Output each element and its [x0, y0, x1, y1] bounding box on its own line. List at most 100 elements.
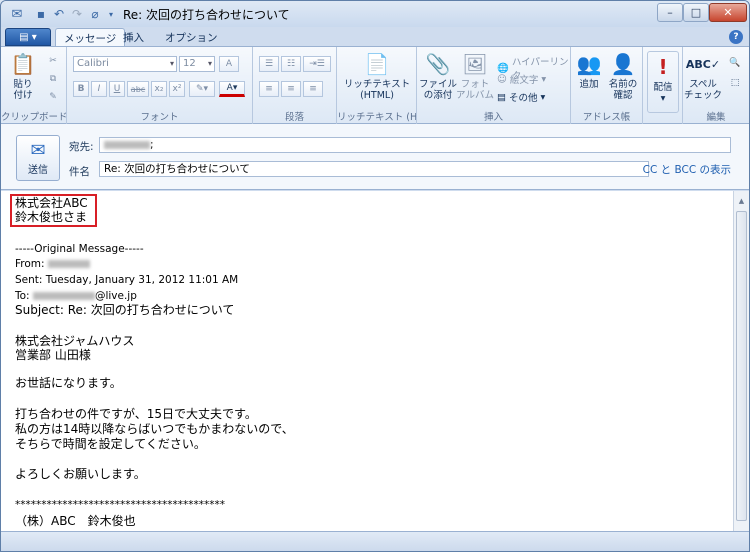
- redacted-address: [32, 292, 95, 300]
- align-center-icon[interactable]: ≡: [281, 81, 301, 97]
- numbered-list-icon[interactable]: ☷: [281, 56, 301, 72]
- priority-button[interactable]: ! 配信 ▾: [647, 51, 679, 113]
- close-button[interactable]: ✕: [709, 3, 747, 22]
- copy-icon[interactable]: ⧉: [45, 71, 61, 87]
- check-label: 名前の 確認: [608, 79, 638, 101]
- subject-line: Subject: Re: 次回の打ち合わせについて: [15, 303, 235, 317]
- font-size-value: 12: [183, 58, 196, 69]
- paste-button[interactable]: 📋 貼り付け: [9, 51, 37, 102]
- from-line: From:: [15, 257, 90, 272]
- app-menu-button[interactable]: ▤ ▾: [5, 28, 51, 46]
- other-label: その他: [508, 93, 538, 104]
- message-body[interactable]: 株式会社ABC 鈴木俊也さま -----Original Message----…: [1, 191, 733, 531]
- undo-icon[interactable]: ↶: [51, 6, 67, 22]
- underline-button[interactable]: U: [109, 81, 125, 97]
- smiley-icon: ☺: [497, 73, 507, 85]
- find-icon[interactable]: 🔍: [727, 55, 743, 71]
- person-check-icon: 👤: [610, 51, 636, 76]
- spell-check-icon: ABC✓: [685, 57, 721, 71]
- insert-other-button[interactable]: ▤ その他 ▾: [497, 90, 546, 105]
- spell-label: スペル チェック: [684, 79, 723, 101]
- sent-line: Sent: Tuesday, January 31, 2012 11:01 AM: [15, 274, 239, 286]
- font-size-combo[interactable]: 12 ▾: [179, 56, 215, 72]
- priority-label: 配信: [653, 82, 673, 93]
- qat-dropdown-icon[interactable]: ▾: [103, 6, 119, 22]
- save-icon[interactable]: ▪: [33, 6, 49, 22]
- message-header: ✉ 送信 宛先: ; 件名 Re: 次回の打ち合わせについて CC と BCC …: [1, 124, 749, 190]
- maximize-button[interactable]: □: [683, 3, 709, 22]
- tab-insert[interactable]: 挿入: [115, 28, 152, 47]
- chevron-down-icon: ▾: [169, 59, 174, 68]
- help-icon[interactable]: ?: [729, 30, 743, 44]
- bullet-list-icon[interactable]: ☰: [259, 56, 279, 72]
- ribbon: 📋 貼り付け ✂ ⧉ ✎ クリップボード Calibri ▾ 12 ▾ A B I …: [1, 46, 749, 125]
- paperclip-icon: 📎: [425, 51, 451, 76]
- subject-field[interactable]: Re: 次回の打ち合わせについて: [99, 161, 649, 177]
- minimize-button[interactable]: –: [657, 3, 683, 22]
- font-color-label: A: [226, 83, 233, 93]
- attach-file-button[interactable]: 📎 ファイル の添付: [419, 51, 458, 102]
- vertical-scrollbar[interactable]: ▲: [733, 191, 749, 531]
- clear-format-icon[interactable]: A: [219, 56, 239, 72]
- chevron-down-icon: ▾: [207, 59, 212, 68]
- richtext-label: リッチテキスト (HTML): [343, 79, 411, 101]
- strikethrough-button[interactable]: abc: [127, 81, 149, 97]
- align-left-icon[interactable]: ≡: [259, 81, 279, 97]
- group-addressbook: 👥 追加 👤 名前の 確認 アドレス帳: [571, 47, 643, 125]
- cut-icon[interactable]: ✂: [45, 53, 61, 69]
- subscript-button[interactable]: x₂: [151, 81, 167, 97]
- format-painter-icon[interactable]: ✎: [45, 89, 61, 105]
- font-name-combo[interactable]: Calibri ▾: [73, 56, 177, 72]
- indent-icon[interactable]: ⇥☰: [303, 56, 331, 72]
- send-button[interactable]: ✉ 送信: [16, 135, 60, 181]
- html-document-icon: 📄: [364, 51, 390, 76]
- check-names-button[interactable]: 👤 名前の 確認: [607, 51, 639, 102]
- group-edit: ABC✓ スペル チェック 🔍 ⬚ 編集: [683, 47, 749, 125]
- title-bar: ✉ ▪ ↶ ↷ ⌀ ▾ Re: 次回の打ち合わせについて – □ ✕: [1, 1, 749, 27]
- scroll-thumb[interactable]: [736, 211, 747, 521]
- attach-label: ファイル の添付: [419, 79, 458, 101]
- group-insert: 📎 ファイル の添付 🖼 フォト アルバム 🌐 ハイパーリンク ☺ 絵文字 ▾ ▤ その…: [417, 47, 571, 125]
- clipboard-icon: 📋: [10, 51, 36, 76]
- mail-compose-window: ✉ ▪ ↶ ↷ ⌀ ▾ Re: 次回の打ち合わせについて – □ ✕ ▤ ▾ メ…: [0, 0, 750, 552]
- group-clipboard: 📋 貼り付け ✂ ⧉ ✎ クリップボード: [1, 47, 67, 125]
- quote-line-3: そちらで時間を設定してください。: [15, 437, 206, 451]
- status-bar: [1, 531, 749, 551]
- align-right-icon[interactable]: ≡: [303, 81, 323, 97]
- send-icon: ✉: [30, 140, 46, 161]
- tab-options[interactable]: オプション: [157, 28, 226, 47]
- photo-icon: 🖼: [462, 51, 488, 76]
- chevron-down-icon: ▾: [540, 91, 546, 103]
- font-name-value: Calibri: [77, 58, 109, 69]
- emoticon-button[interactable]: ☺ 絵文字 ▾: [497, 72, 546, 87]
- show-cc-bcc-link[interactable]: CC と BCC の表示: [643, 162, 731, 177]
- edit-group-label: 編集: [706, 112, 726, 123]
- add-contact-button[interactable]: 👥 追加: [575, 51, 603, 91]
- signature-name: （株）ABC 鈴木俊也: [15, 514, 136, 528]
- richtext-html-button[interactable]: 📄 リッチテキスト (HTML): [341, 51, 413, 102]
- redo-icon[interactable]: ↷: [69, 6, 85, 22]
- subject-label: 件名: [69, 166, 90, 178]
- signature-separator: ****************************************: [15, 499, 225, 511]
- emoticon-label: 絵文字: [509, 75, 539, 86]
- highlight-icon[interactable]: ✎▾: [189, 81, 215, 97]
- paragraph-group-label: 段落: [284, 112, 304, 123]
- other-icon: ▤: [497, 91, 506, 103]
- exclamation-icon: !: [658, 54, 668, 79]
- send-label: 送信: [28, 165, 48, 176]
- add-label: 追加: [579, 79, 599, 90]
- attach-quick-icon[interactable]: ⌀: [87, 6, 103, 22]
- window-title: Re: 次回の打ち合わせについて: [123, 8, 290, 22]
- font-color-button[interactable]: A ▾: [219, 81, 245, 97]
- group-font: Calibri ▾ 12 ▾ A B I U abc x₂ x² ✎▾ A ▾ フォン…: [67, 47, 253, 125]
- scroll-up-icon[interactable]: ▲: [736, 195, 747, 207]
- bold-button[interactable]: B: [73, 81, 89, 97]
- quote-line-2: 私の方は14時以降ならばいつでもかまわないので、: [15, 422, 294, 436]
- superscript-button[interactable]: x²: [169, 81, 185, 97]
- photo-album-button[interactable]: 🖼 フォト アルバム: [456, 51, 494, 102]
- italic-button[interactable]: I: [91, 81, 107, 97]
- photo-label: フォト アルバム: [456, 79, 494, 101]
- select-all-icon[interactable]: ⬚: [727, 75, 743, 91]
- to-field[interactable]: ;: [99, 137, 731, 153]
- spell-check-button[interactable]: ABC✓ スペル チェック: [684, 51, 723, 102]
